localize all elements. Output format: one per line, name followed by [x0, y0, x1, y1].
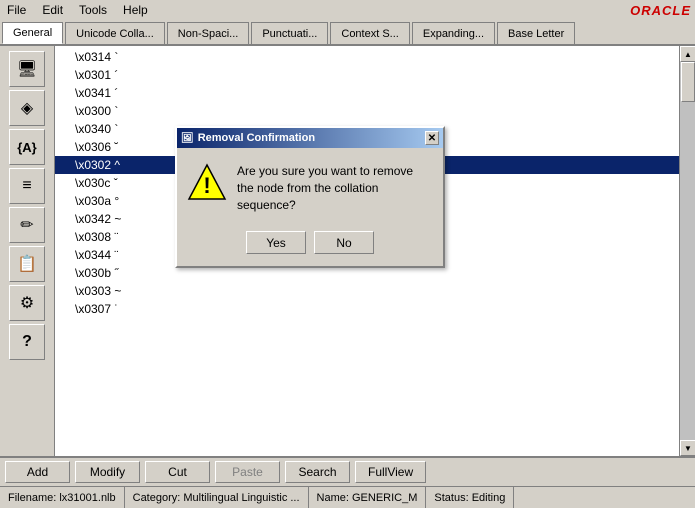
- fullview-button[interactable]: FullView: [355, 461, 426, 483]
- menu-help[interactable]: Help: [120, 2, 151, 18]
- menu-edit[interactable]: Edit: [39, 2, 66, 18]
- dialog-close-button[interactable]: ✕: [425, 131, 439, 145]
- toolbar-btn-book[interactable]: 📋: [9, 246, 45, 282]
- action-bar: Add Modify Cut Paste Search FullView: [0, 456, 695, 486]
- tab-unicode[interactable]: Unicode Colla...: [65, 22, 165, 44]
- toolbar-btn-gear[interactable]: ⚙: [9, 285, 45, 321]
- dialog-title: Removal Confirmation: [198, 132, 315, 144]
- svg-text:!: !: [203, 173, 210, 198]
- menubar: File Edit Tools Help ORACLE: [0, 0, 695, 20]
- main-container: 🖥 ◈ {A} ≡ ✏ 📋 ⚙ ? \x0314 ` \x0301 ´ \x03…: [0, 46, 695, 456]
- dialog-buttons: Yes No: [177, 223, 443, 266]
- book-icon: 📋: [17, 254, 37, 274]
- toolbar-btn-list[interactable]: ≡: [9, 168, 45, 204]
- toolbar-btn-pencil[interactable]: ✏: [9, 207, 45, 243]
- tab-general[interactable]: General: [2, 22, 63, 44]
- content-area: \x0314 ` \x0301 ´ \x0341 ´ \x0300 ` \x03…: [55, 46, 679, 456]
- dialog-icon: 🖼: [181, 133, 194, 144]
- left-toolbar: 🖥 ◈ {A} ≡ ✏ 📋 ⚙ ?: [0, 46, 55, 456]
- cut-button[interactable]: Cut: [145, 461, 210, 483]
- status-category: Category: Multilingual Linguistic ...: [125, 487, 309, 508]
- menu-file[interactable]: File: [4, 2, 29, 18]
- search-button[interactable]: Search: [285, 461, 350, 483]
- removal-confirmation-dialog: 🖼 Removal Confirmation ✕ ! Are you sure …: [175, 126, 445, 268]
- menu-tools[interactable]: Tools: [76, 2, 110, 18]
- status-editing: Status: Editing: [426, 487, 514, 508]
- tabbar: General Unicode Colla... Non-Spaci... Pu…: [0, 20, 695, 46]
- scrollbar[interactable]: ▲ ▼: [679, 46, 695, 456]
- scroll-thumb[interactable]: [681, 62, 695, 102]
- tab-baseletter[interactable]: Base Letter: [497, 22, 575, 44]
- toolbar-btn-braces[interactable]: {A}: [9, 129, 45, 165]
- warning-icon: !: [187, 163, 227, 203]
- status-filename: Filename: lx31001.nlb: [0, 487, 125, 508]
- toolbar-btn-question[interactable]: ?: [9, 324, 45, 360]
- status-name: Name: GENERIC_M: [309, 487, 427, 508]
- tab-expanding[interactable]: Expanding...: [412, 22, 495, 44]
- status-bar: Filename: lx31001.nlb Category: Multilin…: [0, 486, 695, 508]
- dialog-no-button[interactable]: No: [314, 231, 374, 254]
- scroll-up-button[interactable]: ▲: [680, 46, 695, 62]
- add-button[interactable]: Add: [5, 461, 70, 483]
- dialog-message: Are you sure you want to remove the node…: [237, 163, 433, 213]
- scroll-down-button[interactable]: ▼: [680, 440, 695, 456]
- pencil-icon: ✏: [20, 215, 33, 235]
- toolbar-btn-computer[interactable]: 🖥: [9, 51, 45, 87]
- toolbar-btn-shape[interactable]: ◈: [9, 90, 45, 126]
- question-icon: ?: [22, 333, 32, 351]
- dialog-overlay: 🖼 Removal Confirmation ✕ ! Are you sure …: [55, 46, 679, 456]
- shape-icon: ◈: [21, 98, 33, 118]
- scroll-track[interactable]: [680, 62, 695, 440]
- paste-button[interactable]: Paste: [215, 461, 280, 483]
- braces-icon: {A}: [17, 140, 37, 155]
- oracle-logo: ORACLE: [630, 3, 691, 18]
- list-icon: ≡: [22, 177, 31, 195]
- tab-punctuation[interactable]: Punctuati...: [251, 22, 328, 44]
- dialog-content: ! Are you sure you want to remove the no…: [177, 148, 443, 223]
- tab-nonspacing[interactable]: Non-Spaci...: [167, 22, 250, 44]
- dialog-titlebar: 🖼 Removal Confirmation ✕: [177, 128, 443, 148]
- modify-button[interactable]: Modify: [75, 461, 140, 483]
- dialog-yes-button[interactable]: Yes: [246, 231, 306, 254]
- tab-context[interactable]: Context S...: [330, 22, 409, 44]
- gear-icon: ⚙: [20, 293, 34, 313]
- menubar-left: File Edit Tools Help: [4, 2, 151, 18]
- computer-icon: 🖥: [17, 59, 37, 79]
